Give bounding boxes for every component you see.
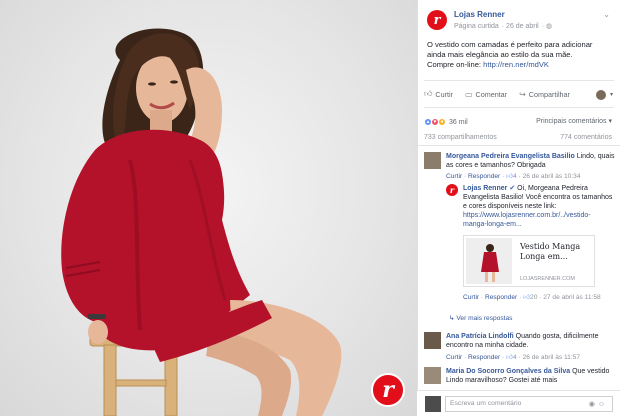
comment-button[interactable]: ▭ Comentar [465,90,507,99]
comment-reply-link[interactable]: Responder [468,173,500,180]
comment-like-link[interactable]: Curtir [446,354,462,361]
emoji-icon[interactable]: ☺ [598,401,608,408]
model-photo [61,28,342,416]
post-photo[interactable]: r [0,0,417,416]
commenter-name[interactable]: Maria Do Socorro Gonçalves da Silva [446,368,570,375]
comment-body: Morgeana Pedreira Evangelista Basilio Li… [446,152,616,170]
reaction-count[interactable]: 36 mil [449,119,468,126]
current-user-avatar [425,396,441,412]
comment-meta: Curtir · Responder · 👍︎4 · 26 de abril à… [446,354,581,361]
comment-composer: Escreva um comentário ◉☺ [417,390,620,416]
share-arrow-icon: ↪ [519,89,526,99]
link-preview-title: Vestido Manga Longa em... [520,242,581,261]
comment-time[interactable]: 26 de abril às 11:57 [523,354,580,361]
reply-avatar-letter: r [449,184,455,195]
post-actions: 👍︎ Curtir ▭ Comentar ↪ Compartilhar ▾ [424,80,614,108]
comment-like-count[interactable]: 4 [513,173,517,180]
thumbs-up-icon: 👍︎ [506,173,514,180]
comment-meta: Curtir · Responder · 👍︎4 · 26 de abril à… [446,173,581,180]
comment-label: Comentar [475,89,508,99]
reply-avatar[interactable]: r [446,184,458,196]
reply-arrow-icon: ↳ [449,315,455,322]
commenter-name[interactable]: Ana Patrícia Lindolfi [446,333,514,340]
reply-body: Lojas Renner ✔ Oi, Morgeana Pedreira Eva… [463,184,613,229]
post-date[interactable]: 26 de abril [506,23,539,30]
page-avatar[interactable]: r [427,10,447,30]
comment-like-link[interactable]: Curtir [446,173,462,180]
reply-link[interactable]: https://www.lojasrenner.com.br/../vestid… [463,212,591,228]
view-more-replies[interactable]: ↳ Ver mais respostas [449,314,512,322]
view-more-label: Ver mais respostas [456,315,513,322]
share-label: Compartilhar [528,89,570,99]
comment-time[interactable]: 26 de abril às 10:34 [523,173,581,180]
wow-reaction-icon: ● [438,118,446,126]
post-text: O vestido com camadas é perfeito para ad… [418,36,620,74]
link-preview-card[interactable]: Vestido Manga Longa em... LOJASRENNER.CO… [463,235,595,287]
post-header: r Lojas Renner Página curtida · 26 de abr… [418,0,620,36]
comment-bubble-icon: ▭ [464,89,473,99]
link-preview-thumbnail [466,238,512,284]
chevron-down-icon[interactable]: ⌄ [603,10,610,19]
renner-logo-badge: r [371,373,405,407]
commenter-name[interactable]: Morgeana Pedreira Evangelista Basilio [446,153,575,160]
post-text-line1: O vestido com camadas é perfeito para ad… [427,40,593,49]
reply-like-count[interactable]: 20 [530,294,537,301]
reactions-row[interactable]: ▲ ♥ ● 36 mil Principais comentários ▾ [418,108,620,130]
post-link[interactable]: http://ren.ner/mdVK [483,60,549,69]
page-avatar-letter: r [433,12,441,28]
page-liked-label: Página curtida [454,23,499,30]
commenter-avatar[interactable] [424,332,441,349]
globe-icon: ◍ [546,23,553,30]
reply-meta: Curtir · Responder · 👍︎20 · 27 de abril … [463,294,601,301]
post-text-line3: Compre on-line: [427,60,482,69]
dress-thumbnail-image [466,238,512,284]
page-name[interactable]: Lojas Renner [454,10,505,19]
comment-like-count[interactable]: 4 [513,354,517,361]
reply-reply-link[interactable]: Responder [485,294,517,301]
like-button[interactable]: 👍︎ Curtir [424,89,453,99]
link-preview-domain: LOJASRENNER.COM [520,276,576,282]
renner-logo-letter: r [382,377,394,403]
share-button[interactable]: ↪ Compartilhar [519,90,570,99]
comment-count[interactable]: 774 comentários [560,134,612,141]
verified-badge-icon: ✔ [509,185,516,192]
thumbs-up-icon: 👍︎ [506,354,514,361]
like-label: Curtir [435,89,453,99]
composer-icons: ◉☺ [589,400,608,408]
stats-row: 733 compartilhamentos 774 comentários [418,130,620,146]
comment-reply-link[interactable]: Responder [468,354,500,361]
comment-body: Maria Do Socorro Gonçalves da Silva Que … [446,367,616,385]
reply-time[interactable]: 27 de abril às 11:58 [543,294,600,301]
share-count[interactable]: 733 compartilhamentos [424,134,497,141]
commenter-avatar[interactable] [424,367,441,384]
post-meta: Página curtida · 26 de abril · ◍ [454,23,553,30]
commenter-avatar[interactable] [424,152,441,169]
thumbs-up-icon: 👍︎ [424,89,433,98]
post-text-line2: ainda mais elegância ao estilo da sua mã… [427,50,573,59]
comment-sort-dropdown[interactable]: Principais comentários ▾ [536,117,612,125]
reply-author-name[interactable]: Lojas Renner [463,185,507,192]
caret-down-icon[interactable]: ▾ [610,91,613,98]
thumbs-up-icon: 👍︎ [523,294,531,301]
actor-avatar[interactable] [596,90,606,100]
camera-icon[interactable]: ◉ [589,401,598,408]
comment-sort-label: Principais comentários [536,118,607,125]
comment-body: Ana Patrícia Lindolfi Quando gosta, difi… [446,332,616,350]
reply-like-link[interactable]: Curtir [463,294,479,301]
